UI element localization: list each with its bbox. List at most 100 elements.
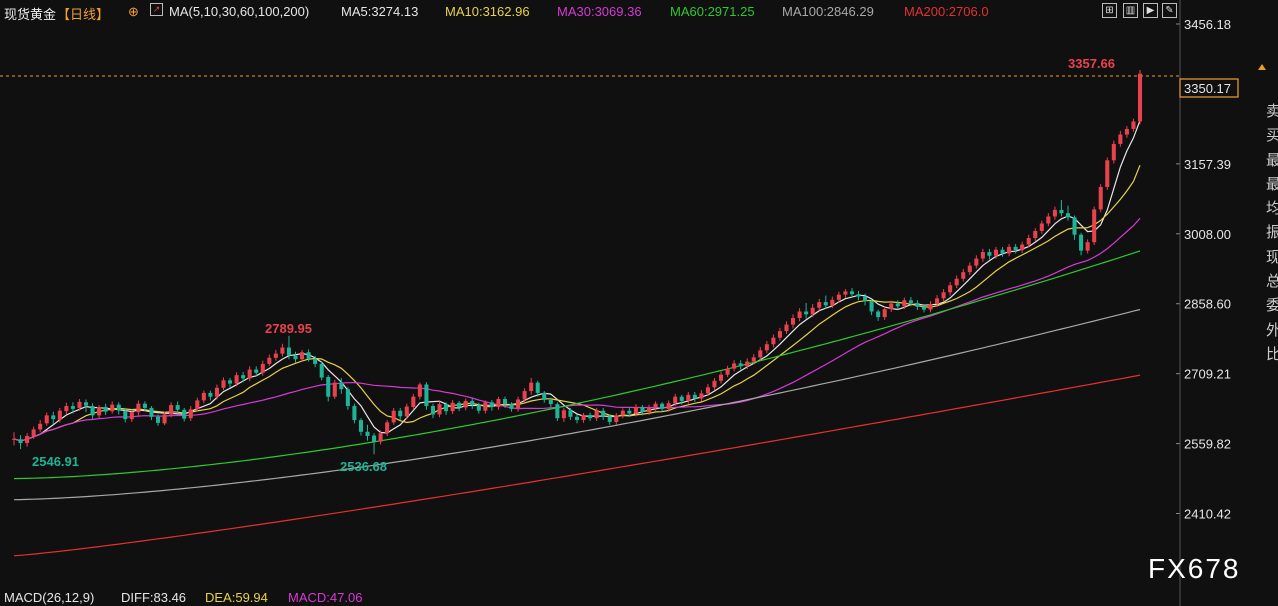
candle[interactable]: [732, 360, 737, 372]
candle[interactable]: [463, 398, 468, 411]
candle[interactable]: [791, 314, 796, 329]
candle[interactable]: [332, 379, 337, 400]
candle[interactable]: [430, 403, 436, 419]
candle[interactable]: [44, 412, 49, 426]
candle[interactable]: [411, 393, 416, 410]
candle[interactable]: [136, 400, 141, 416]
candle[interactable]: [843, 289, 848, 298]
candle[interactable]: [804, 303, 809, 319]
candle[interactable]: [797, 308, 802, 322]
candle[interactable]: [182, 407, 187, 422]
candle[interactable]: [1046, 213, 1051, 227]
edit-icon[interactable]: ✎: [1162, 3, 1177, 18]
candle[interactable]: [961, 268, 966, 282]
candle[interactable]: [391, 407, 396, 425]
candle[interactable]: [581, 413, 586, 423]
candle[interactable]: [1052, 206, 1057, 220]
candle[interactable]: [293, 351, 298, 363]
candle[interactable]: [987, 248, 992, 260]
candle[interactable]: [869, 299, 874, 316]
candle[interactable]: [110, 401, 115, 414]
play-icon[interactable]: ▶: [1143, 3, 1158, 18]
candle[interactable]: [588, 412, 593, 422]
candle[interactable]: [1072, 215, 1077, 240]
candle[interactable]: [417, 382, 422, 400]
add-indicator-icon[interactable]: ⊕: [128, 4, 139, 20]
candle[interactable]: [457, 400, 462, 412]
candle[interactable]: [699, 390, 704, 402]
candle[interactable]: [574, 414, 580, 424]
candle[interactable]: [372, 433, 377, 455]
candle[interactable]: [201, 390, 206, 404]
candle[interactable]: [444, 402, 449, 415]
panel-icon[interactable]: ▥: [1123, 3, 1138, 18]
candle[interactable]: [116, 402, 121, 415]
candle[interactable]: [365, 424, 370, 441]
candle[interactable]: [228, 377, 233, 388]
candle[interactable]: [810, 303, 815, 318]
candle[interactable]: [1065, 205, 1071, 221]
candle[interactable]: [1131, 118, 1136, 132]
candle[interactable]: [300, 349, 305, 362]
ma-settings-icon[interactable]: ↗: [150, 3, 163, 16]
candle[interactable]: [915, 300, 920, 311]
candle[interactable]: [784, 321, 789, 334]
candle[interactable]: [496, 396, 501, 410]
candle[interactable]: [345, 387, 350, 410]
candle[interactable]: [18, 435, 23, 450]
candle[interactable]: [273, 349, 278, 361]
candle[interactable]: [980, 248, 985, 262]
candle[interactable]: [1124, 126, 1129, 138]
candle[interactable]: [954, 275, 959, 289]
candle[interactable]: [1007, 244, 1012, 257]
candle[interactable]: [686, 391, 691, 404]
candle[interactable]: [214, 384, 219, 400]
candle[interactable]: [1079, 232, 1084, 256]
candle[interactable]: [771, 334, 776, 348]
candle[interactable]: [967, 262, 972, 275]
candle[interactable]: [1039, 220, 1044, 234]
candle[interactable]: [555, 402, 560, 422]
candle[interactable]: [1137, 69, 1143, 125]
candlesticks[interactable]: [11, 69, 1143, 455]
candle[interactable]: [149, 406, 154, 421]
candle[interactable]: [352, 403, 357, 424]
candle[interactable]: [1098, 184, 1103, 213]
candle[interactable]: [620, 408, 625, 419]
candle[interactable]: [267, 354, 272, 366]
candle[interactable]: [856, 290, 861, 301]
candle[interactable]: [489, 399, 494, 411]
candle[interactable]: [1105, 157, 1110, 190]
candle[interactable]: [51, 411, 56, 425]
candle[interactable]: [712, 377, 717, 391]
candle[interactable]: [764, 340, 769, 354]
candle[interactable]: [948, 281, 953, 296]
candle[interactable]: [817, 298, 822, 311]
candle[interactable]: [319, 362, 324, 381]
candle[interactable]: [692, 391, 697, 402]
candle[interactable]: [90, 403, 95, 420]
candle[interactable]: [450, 399, 455, 414]
candle[interactable]: [25, 433, 30, 447]
candle[interactable]: [326, 375, 331, 402]
period-selector[interactable]: 【日线】: [57, 4, 109, 23]
candle[interactable]: [38, 420, 43, 433]
candle[interactable]: [424, 382, 429, 410]
candle[interactable]: [470, 398, 475, 409]
candle[interactable]: [64, 402, 69, 415]
candle[interactable]: [614, 413, 619, 425]
candle[interactable]: [103, 403, 108, 415]
candle[interactable]: [1092, 206, 1097, 246]
candle[interactable]: [777, 327, 782, 341]
candle[interactable]: [437, 401, 442, 418]
candle[interactable]: [823, 295, 828, 309]
scroll-up-icon[interactable]: [1258, 64, 1266, 70]
candle[interactable]: [1111, 140, 1116, 164]
price-chart[interactable]: 3456.18 3157.39 3008.00 2858.60 2709.21 2559.…: [0, 0, 1278, 606]
candle[interactable]: [941, 289, 946, 302]
candle[interactable]: [1000, 246, 1005, 257]
candle[interactable]: [1033, 228, 1038, 241]
candle[interactable]: [247, 366, 252, 382]
candle[interactable]: [660, 402, 665, 412]
candle[interactable]: [97, 405, 102, 419]
